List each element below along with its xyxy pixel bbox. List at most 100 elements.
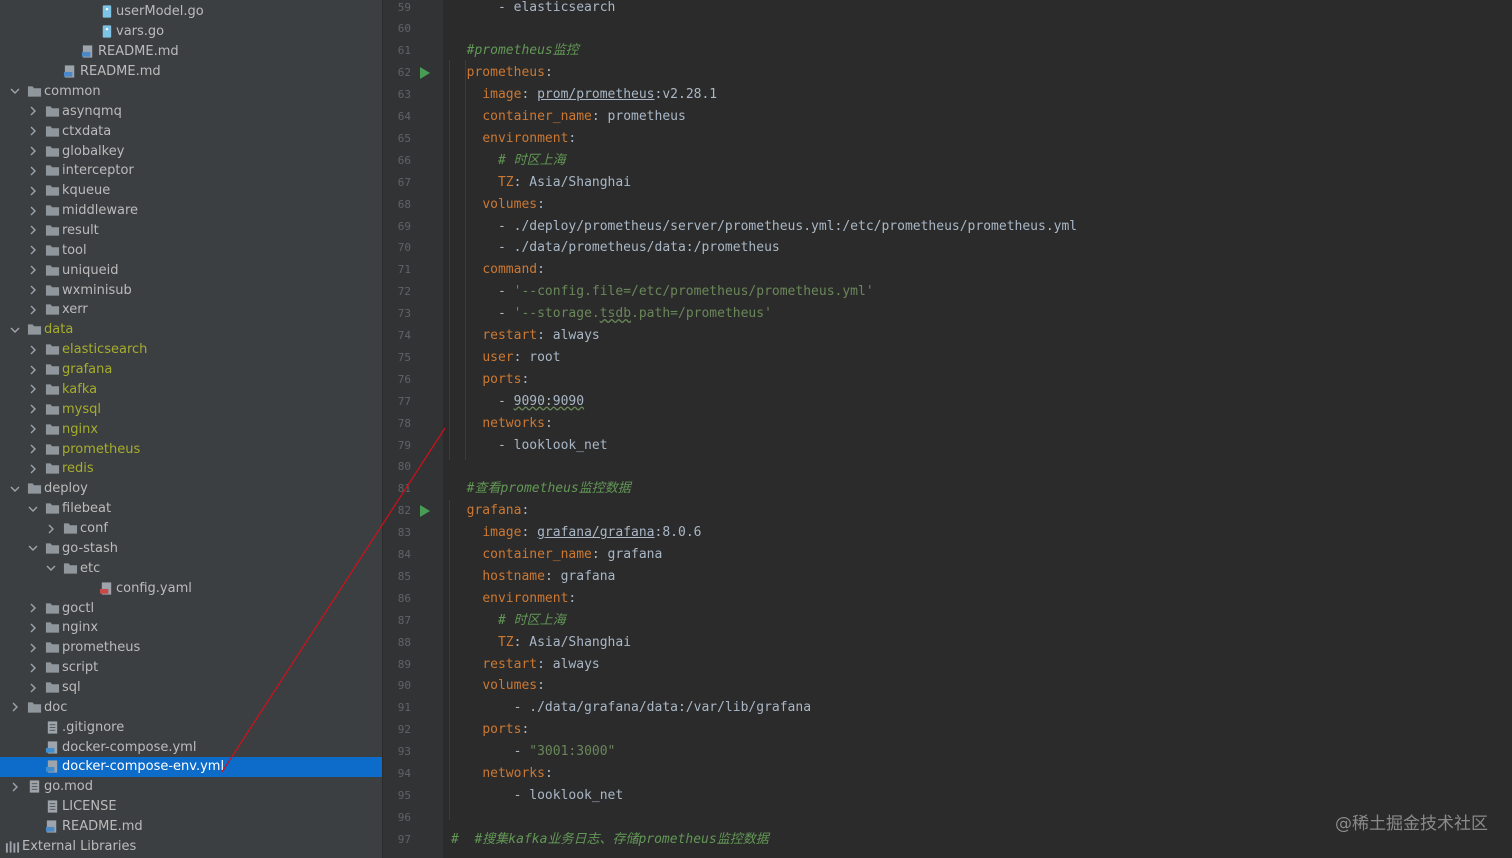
- tree-item[interactable]: sql: [0, 678, 382, 698]
- tree-item[interactable]: nginx: [0, 419, 382, 439]
- tree-item[interactable]: script: [0, 658, 382, 678]
- chevron-right-icon[interactable]: [26, 641, 40, 655]
- code-line[interactable]: - ./data/prometheus/data:/prometheus: [451, 237, 780, 259]
- code-line[interactable]: # 时区上海: [451, 610, 566, 632]
- tree-item[interactable]: README.md: [0, 42, 382, 62]
- tree-item[interactable]: grafana: [0, 360, 382, 380]
- chevron-right-icon[interactable]: [26, 422, 40, 436]
- tree-item[interactable]: filebeat: [0, 499, 382, 519]
- tree-item[interactable]: docker-compose.yml: [0, 737, 382, 757]
- tree-item[interactable]: userModel.go: [0, 2, 382, 22]
- tree-item[interactable]: result: [0, 221, 382, 241]
- code-line[interactable]: restart: always: [451, 325, 599, 347]
- tree-item[interactable]: wxminisub: [0, 280, 382, 300]
- tree-item[interactable]: config.yaml: [0, 578, 382, 598]
- code-editor[interactable]: - elasticsearch #prometheus监控 prometheus…: [443, 0, 1512, 858]
- chevron-right-icon[interactable]: [26, 164, 40, 178]
- code-line[interactable]: container_name: prometheus: [451, 106, 686, 128]
- code-line[interactable]: environment:: [451, 128, 576, 150]
- code-line[interactable]: - ./data/grafana/data:/var/lib/grafana: [451, 697, 811, 719]
- tree-item[interactable]: xerr: [0, 300, 382, 320]
- project-tree[interactable]: userModel.go vars.go README.md README.md com…: [0, 0, 382, 858]
- tree-item[interactable]: etc: [0, 558, 382, 578]
- code-line[interactable]: restart: always: [451, 654, 599, 676]
- chevron-down-icon[interactable]: [8, 482, 22, 496]
- chevron-right-icon[interactable]: [26, 661, 40, 675]
- code-line[interactable]: ports:: [451, 369, 529, 391]
- chevron-right-icon[interactable]: [26, 681, 40, 695]
- tree-item-selected[interactable]: docker-compose-env.yml: [0, 757, 382, 777]
- tree-item[interactable]: globalkey: [0, 141, 382, 161]
- tree-item[interactable]: doc: [0, 697, 382, 717]
- code-line[interactable]: - "3001:3000": [451, 741, 616, 763]
- chevron-right-icon[interactable]: [26, 144, 40, 158]
- chevron-right-icon[interactable]: [26, 104, 40, 118]
- chevron-down-icon[interactable]: [8, 323, 22, 337]
- chevron-right-icon[interactable]: [8, 780, 22, 794]
- code-line[interactable]: hostname: grafana: [451, 566, 615, 588]
- tree-item[interactable]: go.mod: [0, 777, 382, 797]
- tree-item[interactable]: goctl: [0, 598, 382, 618]
- code-line[interactable]: command:: [451, 259, 545, 281]
- code-line[interactable]: - ./deploy/prometheus/server/prometheus.…: [451, 216, 1077, 238]
- code-line[interactable]: environment:: [451, 588, 576, 610]
- code-line[interactable]: prometheus:: [451, 62, 553, 84]
- code-line[interactable]: volumes:: [451, 194, 545, 216]
- chevron-down-icon[interactable]: [26, 502, 40, 516]
- code-line[interactable]: image: grafana/grafana:8.0.6: [451, 522, 701, 544]
- code-line[interactable]: container_name: grafana: [451, 544, 662, 566]
- tree-item[interactable]: tool: [0, 240, 382, 260]
- code-line[interactable]: - elasticsearch: [451, 0, 615, 18]
- chevron-right-icon[interactable]: [26, 303, 40, 317]
- code-line[interactable]: - '--storage.tsdb.path=/prometheus': [451, 303, 772, 325]
- tree-item[interactable]: deploy: [0, 479, 382, 499]
- tree-item[interactable]: kqueue: [0, 181, 382, 201]
- tree-item[interactable]: middleware: [0, 201, 382, 221]
- tree-item[interactable]: uniqueid: [0, 260, 382, 280]
- chevron-right-icon[interactable]: [8, 700, 22, 714]
- chevron-down-icon[interactable]: [8, 84, 22, 98]
- code-line[interactable]: image: prom/prometheus:v2.28.1: [451, 84, 717, 106]
- chevron-right-icon[interactable]: [26, 263, 40, 277]
- tree-item[interactable]: common: [0, 81, 382, 101]
- code-line[interactable]: grafana:: [451, 500, 530, 522]
- chevron-right-icon[interactable]: [26, 204, 40, 218]
- tree-item[interactable]: kafka: [0, 380, 382, 400]
- tree-item[interactable]: ctxdata: [0, 121, 382, 141]
- tree-item[interactable]: mysql: [0, 399, 382, 419]
- chevron-right-icon[interactable]: [26, 402, 40, 416]
- tree-item[interactable]: prometheus: [0, 439, 382, 459]
- run-gutter-icon[interactable]: [420, 67, 430, 80]
- tree-item[interactable]: interceptor: [0, 161, 382, 181]
- chevron-right-icon[interactable]: [26, 462, 40, 476]
- chevron-down-icon[interactable]: [26, 541, 40, 555]
- tree-item[interactable]: data: [0, 320, 382, 340]
- code-line[interactable]: # #搜集kafka业务日志、存储prometheus监控数据: [451, 829, 769, 851]
- tree-item[interactable]: redis: [0, 459, 382, 479]
- tree-item[interactable]: go-stash: [0, 538, 382, 558]
- chevron-right-icon[interactable]: [26, 184, 40, 198]
- run-gutter-icon[interactable]: [420, 505, 430, 518]
- code-line[interactable]: # 时区上海: [451, 150, 566, 172]
- chevron-right-icon[interactable]: [26, 442, 40, 456]
- code-line[interactable]: - '--config.file=/etc/prometheus/prometh…: [451, 281, 874, 303]
- code-line[interactable]: - looklook_net: [451, 785, 624, 807]
- code-line[interactable]: TZ: Asia/Shanghai: [451, 632, 631, 654]
- code-line[interactable]: - 9090:9090: [451, 391, 584, 413]
- chevron-right-icon[interactable]: [26, 601, 40, 615]
- tree-item[interactable]: LICENSE: [0, 797, 382, 817]
- tree-item[interactable]: asynqmq: [0, 101, 382, 121]
- tree-item[interactable]: External Libraries: [0, 837, 382, 857]
- tree-item[interactable]: nginx: [0, 618, 382, 638]
- tree-item[interactable]: README.md: [0, 817, 382, 837]
- tree-item[interactable]: README.md: [0, 62, 382, 82]
- tree-item[interactable]: .gitignore: [0, 717, 382, 737]
- code-line[interactable]: networks:: [451, 413, 552, 435]
- code-line[interactable]: user: root: [451, 347, 560, 369]
- code-line[interactable]: TZ: Asia/Shanghai: [451, 172, 631, 194]
- chevron-right-icon[interactable]: [26, 124, 40, 138]
- tree-item[interactable]: vars.go: [0, 22, 382, 42]
- chevron-right-icon[interactable]: [26, 363, 40, 377]
- code-line[interactable]: #prometheus监控: [451, 40, 579, 62]
- tree-item[interactable]: conf: [0, 519, 382, 539]
